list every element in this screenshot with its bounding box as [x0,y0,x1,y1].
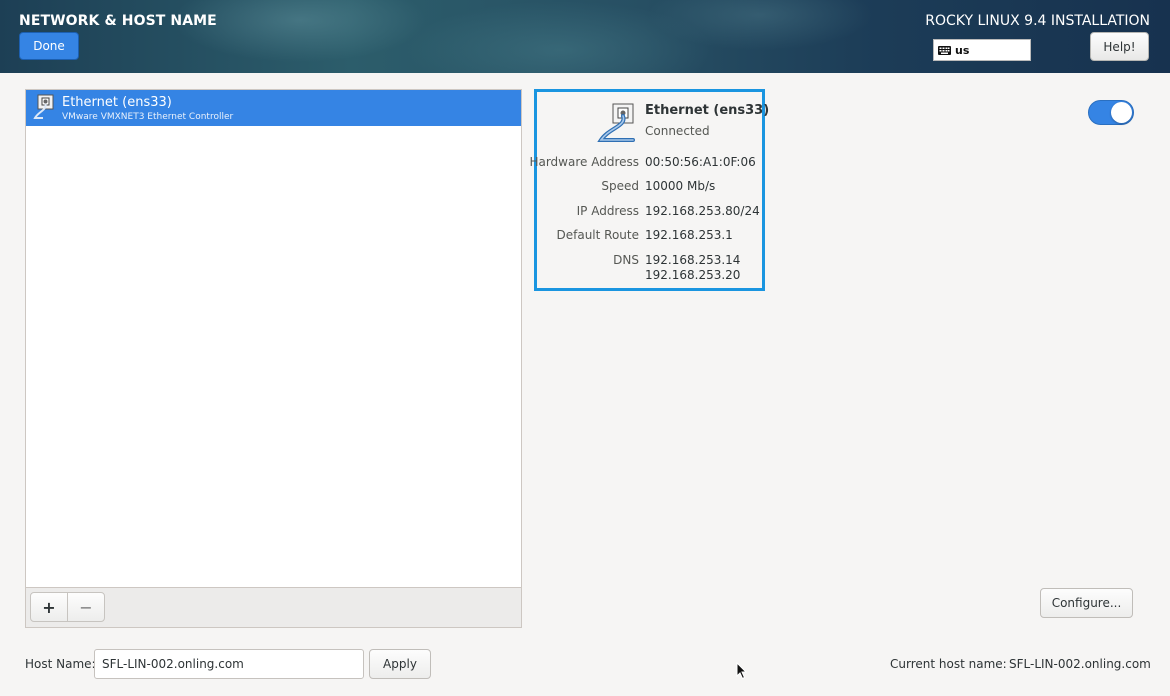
device-name: Ethernet (ens33) [62,95,172,110]
default-route-label: Default Route [556,228,640,242]
help-button[interactable]: Help! [1090,32,1149,61]
device-enable-toggle[interactable] [1088,100,1134,125]
device-list-item[interactable]: Ethernet (ens33) VMware VMXNET3 Ethernet… [26,90,521,126]
speed-value: 10000 Mb/s [645,179,716,193]
host-name-input[interactable] [94,649,364,679]
ethernet-icon [597,103,635,142]
keyboard-layout-label: us [955,43,970,57]
apply-button[interactable]: Apply [369,649,431,679]
host-name-label: Host Name: [25,657,96,671]
keyboard-icon [938,45,951,55]
connection-status: Connected [645,124,710,138]
dns-value-primary: 192.168.253.14 [645,253,741,267]
ethernet-icon [33,94,54,119]
dns-label: DNS [613,253,639,267]
dns-value-secondary: 192.168.253.20 [645,268,741,282]
device-description: VMware VMXNET3 Ethernet Controller [62,112,234,122]
ip-address-value: 192.168.253.80/24 [645,204,760,218]
mouse-pointer-icon [736,662,748,680]
installer-title: ROCKY LINUX 9.4 INSTALLATION [925,13,1150,29]
device-list-toolbar: + − [25,588,522,628]
current-host-name-value: SFL-LIN-002.onling.com [1009,657,1151,671]
hardware-address-label: Hardware Address [529,155,639,169]
configure-button[interactable]: Configure... [1040,588,1133,618]
header-bar: NETWORK & HOST NAME Done ROCKY LINUX 9.4… [0,0,1170,73]
add-device-button[interactable]: + [30,592,68,622]
done-button[interactable]: Done [19,32,79,60]
page-title: NETWORK & HOST NAME [19,13,217,29]
speed-label: Speed [601,179,639,193]
toggle-knob [1111,102,1132,123]
hardware-address-value: 00:50:56:A1:0F:06 [645,155,756,169]
remove-device-button[interactable]: − [67,592,105,622]
network-device-list: Ethernet (ens33) VMware VMXNET3 Ethernet… [25,89,522,588]
current-host-name-label: Current host name: [890,657,1007,671]
keyboard-layout-indicator[interactable]: us [933,39,1031,61]
device-details-panel: Ethernet (ens33) Connected Hardware Addr… [529,89,769,291]
details-device-name: Ethernet (ens33) [645,103,770,118]
default-route-value: 192.168.253.1 [645,228,733,242]
ip-address-label: IP Address [576,204,639,218]
